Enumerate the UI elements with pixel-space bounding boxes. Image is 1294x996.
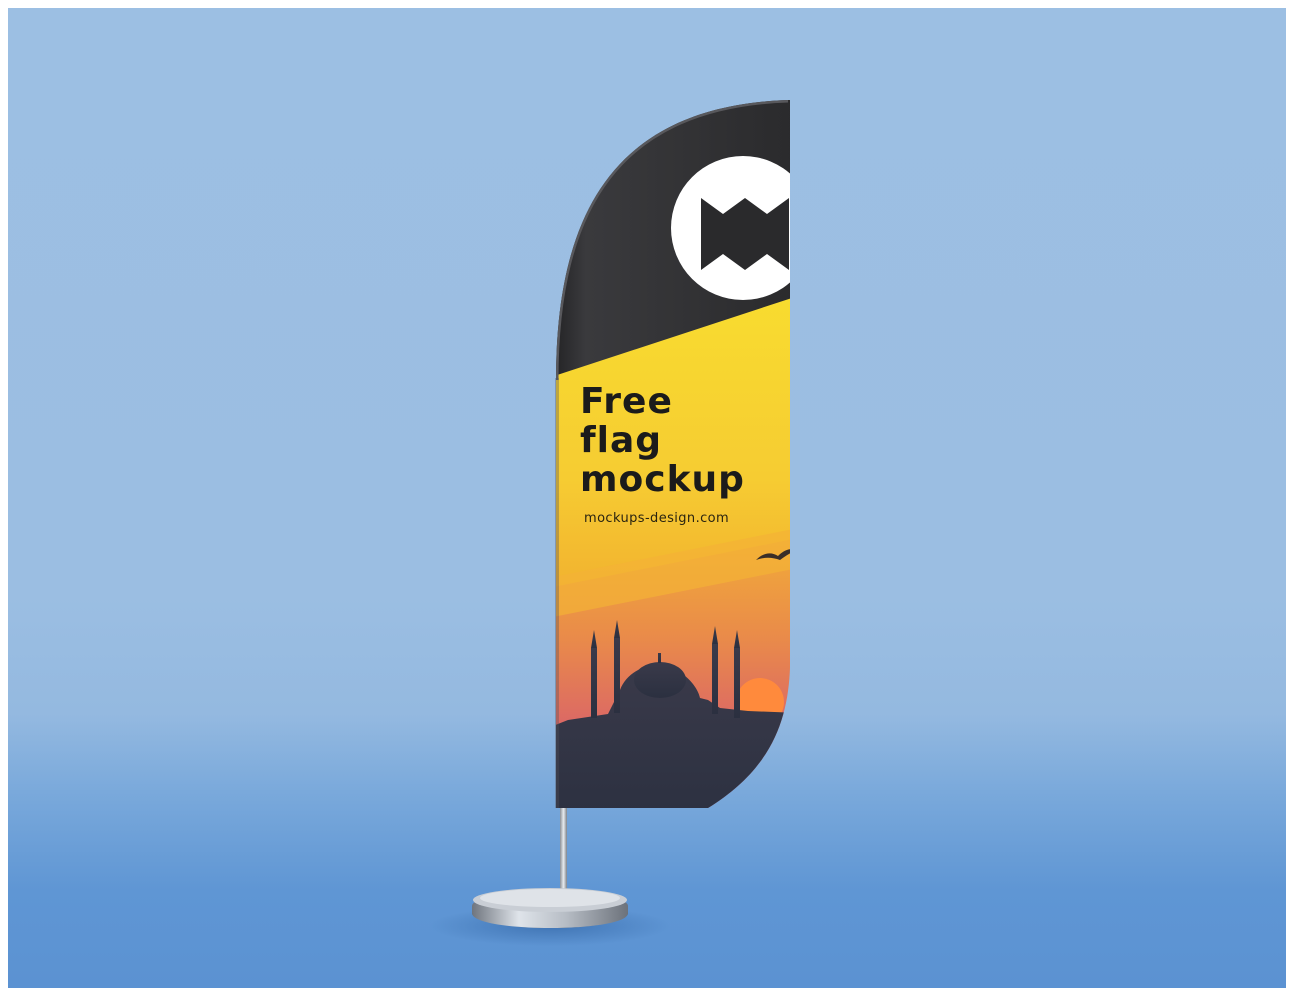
flag-headline: Free flag mockup	[580, 382, 745, 499]
headline-line-3: mockup	[580, 459, 745, 500]
flag-website-text: mockups-design.com	[584, 511, 730, 526]
mockups-design-m-logo-icon	[671, 156, 790, 300]
mockup-scene: Free flag mockup mockups-design.com	[8, 8, 1286, 988]
headline-line-1: Free	[580, 381, 673, 422]
headline-line-2: flag	[580, 420, 663, 461]
flag-base	[472, 888, 628, 928]
